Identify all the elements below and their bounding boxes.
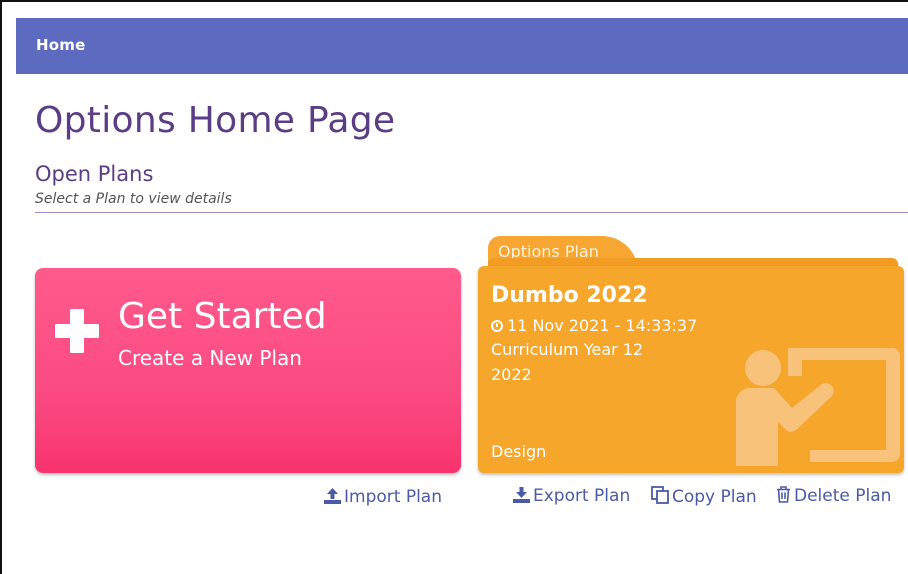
export-plan-label: Export Plan (533, 486, 631, 506)
plus-icon (55, 309, 99, 353)
app-window: Home Options Home Page Open Plans Select… (0, 0, 908, 574)
window-border-left (0, 0, 2, 574)
export-plan-link[interactable]: Export Plan (513, 486, 630, 506)
copy-plan-link[interactable]: Copy Plan (651, 486, 757, 507)
plan-name: Dumbo 2022 (491, 283, 648, 308)
plan-status: Design (491, 442, 547, 461)
get-started-title: Get Started (118, 296, 327, 337)
window-border-top (0, 0, 908, 2)
plan-date-text: 11 Nov 2021 - 14:33:37 (507, 316, 698, 335)
delete-plan-label: Delete Plan (794, 486, 892, 506)
home-link[interactable]: Home (36, 36, 85, 54)
copy-plan-label: Copy Plan (672, 487, 757, 507)
create-new-plan-label: Create a New Plan (118, 346, 302, 370)
section-divider (35, 212, 908, 213)
download-icon (513, 487, 530, 503)
get-started-card[interactable]: Get Started Create a New Plan (35, 268, 461, 473)
section-subtitle: Select a Plan to view details (35, 191, 232, 207)
trash-icon (777, 486, 790, 503)
page-title: Options Home Page (35, 100, 396, 141)
section-title: Open Plans (35, 162, 154, 186)
import-plan-link[interactable]: Import Plan (324, 487, 442, 507)
plan-date: 11 Nov 2021 - 14:33:37 (491, 316, 697, 335)
upload-icon (324, 488, 341, 504)
plan-curriculum: Curriculum Year 12 (491, 340, 644, 359)
import-plan-label: Import Plan (344, 487, 442, 507)
copy-icon (651, 486, 669, 504)
delete-plan-link[interactable]: Delete Plan (776, 486, 891, 506)
clock-icon (491, 320, 503, 332)
top-nav-bar: Home (16, 18, 908, 74)
plan-year: 2022 (491, 365, 532, 384)
teacher-icon (736, 348, 900, 466)
plan-card[interactable]: Dumbo 2022 11 Nov 2021 - 14:33:37 Curric… (478, 266, 904, 473)
